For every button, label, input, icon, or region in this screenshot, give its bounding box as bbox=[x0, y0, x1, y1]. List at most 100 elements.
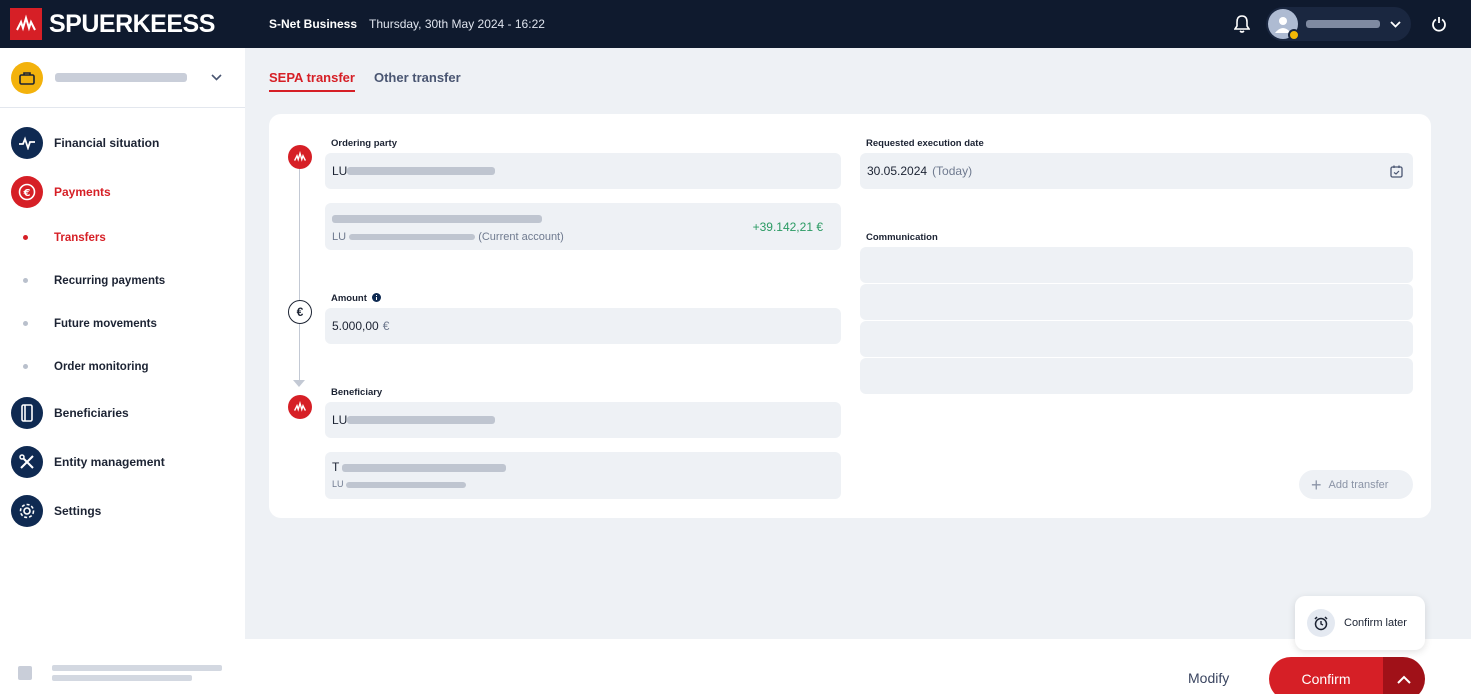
chevron-down-icon bbox=[211, 74, 222, 81]
confirm-label: Confirm bbox=[1301, 671, 1351, 687]
chevron-up-icon bbox=[1397, 675, 1411, 684]
confirm-later-label: Confirm later bbox=[1344, 617, 1407, 629]
avatar bbox=[1268, 9, 1300, 41]
account-balance: +39.142,21 € bbox=[752, 220, 823, 234]
transfer-tabs: SEPA transfer Other transfer bbox=[269, 70, 480, 92]
nav-item-payments[interactable]: € Payments bbox=[0, 167, 245, 216]
bell-icon[interactable] bbox=[1228, 10, 1256, 38]
beneficiary-name-prefix: T bbox=[332, 460, 340, 474]
euro-icon: € bbox=[11, 175, 43, 208]
sidebar-footer bbox=[0, 652, 245, 694]
company-name-redacted bbox=[55, 73, 187, 82]
main-nav: Financial situation € Payments Transfers… bbox=[0, 108, 245, 535]
sub-item-transfers[interactable]: Transfers bbox=[0, 216, 245, 259]
info-icon bbox=[18, 666, 32, 680]
briefcase-icon bbox=[11, 61, 43, 94]
communication-line-1[interactable] bbox=[860, 247, 1413, 283]
alarm-clock-icon bbox=[1307, 609, 1335, 637]
calendar-icon[interactable] bbox=[1390, 165, 1403, 178]
beneficiary-account-prefix: LU bbox=[332, 479, 344, 489]
beneficiary-label: Beneficiary bbox=[331, 387, 383, 398]
sub-item-recurring-payments[interactable]: Recurring payments bbox=[0, 259, 245, 302]
ordering-party-logo-icon bbox=[288, 145, 312, 169]
execution-date-hint: (Today) bbox=[932, 164, 973, 178]
communication-line-3[interactable] bbox=[860, 321, 1413, 357]
communication-line-2[interactable] bbox=[860, 284, 1413, 320]
nav-item-entity-management[interactable]: Entity management bbox=[0, 437, 245, 486]
brand[interactable]: SPUERKEESS bbox=[0, 8, 245, 40]
ordering-party-label: Ordering party bbox=[331, 138, 397, 149]
plus-icon: + bbox=[1311, 474, 1322, 495]
nav-item-financial-situation[interactable]: Financial situation bbox=[0, 118, 245, 167]
user-name-redacted bbox=[1306, 20, 1380, 28]
nav-item-label: Payments bbox=[54, 184, 111, 199]
address-book-icon bbox=[11, 396, 43, 429]
app-name: S-Net Business bbox=[269, 17, 358, 31]
power-icon[interactable] bbox=[1425, 10, 1453, 38]
sub-item-label: Transfers bbox=[54, 231, 106, 244]
execution-date-input[interactable]: 30.05.2024 (Today) bbox=[860, 153, 1413, 189]
footer-text-redacted bbox=[52, 661, 222, 685]
sub-item-label: Future movements bbox=[54, 317, 157, 330]
pulse-icon bbox=[11, 126, 43, 159]
beneficiary-iban-field[interactable]: LU bbox=[325, 402, 841, 438]
amount-value: 5.000,00 bbox=[332, 319, 379, 333]
add-transfer-button[interactable]: + Add transfer bbox=[1299, 470, 1413, 499]
company-selector[interactable] bbox=[0, 48, 245, 108]
execution-date-value: 30.05.2024 bbox=[867, 164, 928, 178]
communication-line-4[interactable] bbox=[860, 358, 1413, 394]
chevron-down-icon bbox=[1390, 20, 1401, 28]
active-dot-icon bbox=[23, 235, 28, 240]
current-datetime: Thursday, 30th May 2024 - 16:22 bbox=[369, 17, 545, 31]
communication-label: Communication bbox=[866, 232, 938, 243]
user-menu[interactable] bbox=[1266, 7, 1411, 41]
ordering-party-field[interactable]: LU bbox=[325, 153, 841, 189]
confirm-later-button[interactable]: Confirm later bbox=[1295, 596, 1425, 650]
confirm-button[interactable]: Confirm bbox=[1269, 657, 1383, 694]
info-icon[interactable] bbox=[372, 293, 381, 302]
gear-icon bbox=[11, 494, 43, 527]
nav-item-settings[interactable]: Settings bbox=[0, 486, 245, 535]
sub-item-label: Recurring payments bbox=[54, 274, 166, 287]
svg-text:€: € bbox=[23, 188, 31, 199]
amount-label: Amount bbox=[331, 293, 367, 304]
execution-date-label: Requested execution date bbox=[866, 138, 984, 149]
nav-item-label: Entity management bbox=[54, 454, 165, 469]
beneficiary-iban-prefix: LU bbox=[332, 413, 348, 427]
beneficiary-account-redacted bbox=[346, 481, 467, 488]
ordering-party-iban-prefix: LU bbox=[332, 164, 348, 178]
beneficiary-account-field[interactable]: T LU bbox=[325, 452, 841, 499]
nav-item-label: Financial situation bbox=[54, 135, 160, 150]
top-bar: SPUERKEESS S-Net Business Thursday, 30th… bbox=[0, 0, 1471, 48]
beneficiary-iban-redacted bbox=[347, 416, 496, 424]
account-name-redacted bbox=[332, 214, 542, 223]
ordering-party-iban-redacted bbox=[347, 167, 496, 175]
modify-button[interactable]: Modify bbox=[1188, 670, 1229, 686]
tab-sepa-transfer[interactable]: SEPA transfer bbox=[269, 70, 355, 92]
amount-input[interactable]: 5.000,00 € bbox=[325, 308, 841, 344]
sidebar: Financial situation € Payments Transfers… bbox=[0, 48, 245, 694]
ordering-account-field[interactable]: LU (Current account) +39.142,21 € bbox=[325, 203, 841, 250]
euro-icon: € bbox=[288, 300, 312, 324]
nav-item-beneficiaries[interactable]: Beneficiaries bbox=[0, 388, 245, 437]
nav-item-label: Beneficiaries bbox=[54, 405, 129, 420]
account-type: (Current account) bbox=[478, 231, 564, 243]
amount-currency: € bbox=[382, 319, 390, 333]
nav-item-label: Settings bbox=[54, 503, 102, 518]
sub-item-order-monitoring[interactable]: Order monitoring bbox=[0, 345, 245, 388]
tab-other-transfer[interactable]: Other transfer bbox=[374, 70, 461, 92]
dot-icon bbox=[23, 278, 28, 283]
account-iban-prefix: LU bbox=[332, 231, 347, 243]
spuerkeess-logo-icon bbox=[10, 8, 42, 40]
dot-icon bbox=[23, 321, 28, 326]
dot-icon bbox=[23, 364, 28, 369]
add-transfer-label: Add transfer bbox=[1328, 478, 1389, 491]
top-bar-actions bbox=[1228, 7, 1453, 41]
beneficiary-name-redacted bbox=[342, 463, 507, 472]
tools-icon bbox=[11, 445, 43, 478]
arrow-down-icon bbox=[293, 380, 305, 387]
sub-item-label: Order monitoring bbox=[54, 360, 149, 373]
beneficiary-logo-icon bbox=[288, 395, 312, 419]
sub-item-future-movements[interactable]: Future movements bbox=[0, 302, 245, 345]
user-badge-icon bbox=[1288, 29, 1300, 41]
